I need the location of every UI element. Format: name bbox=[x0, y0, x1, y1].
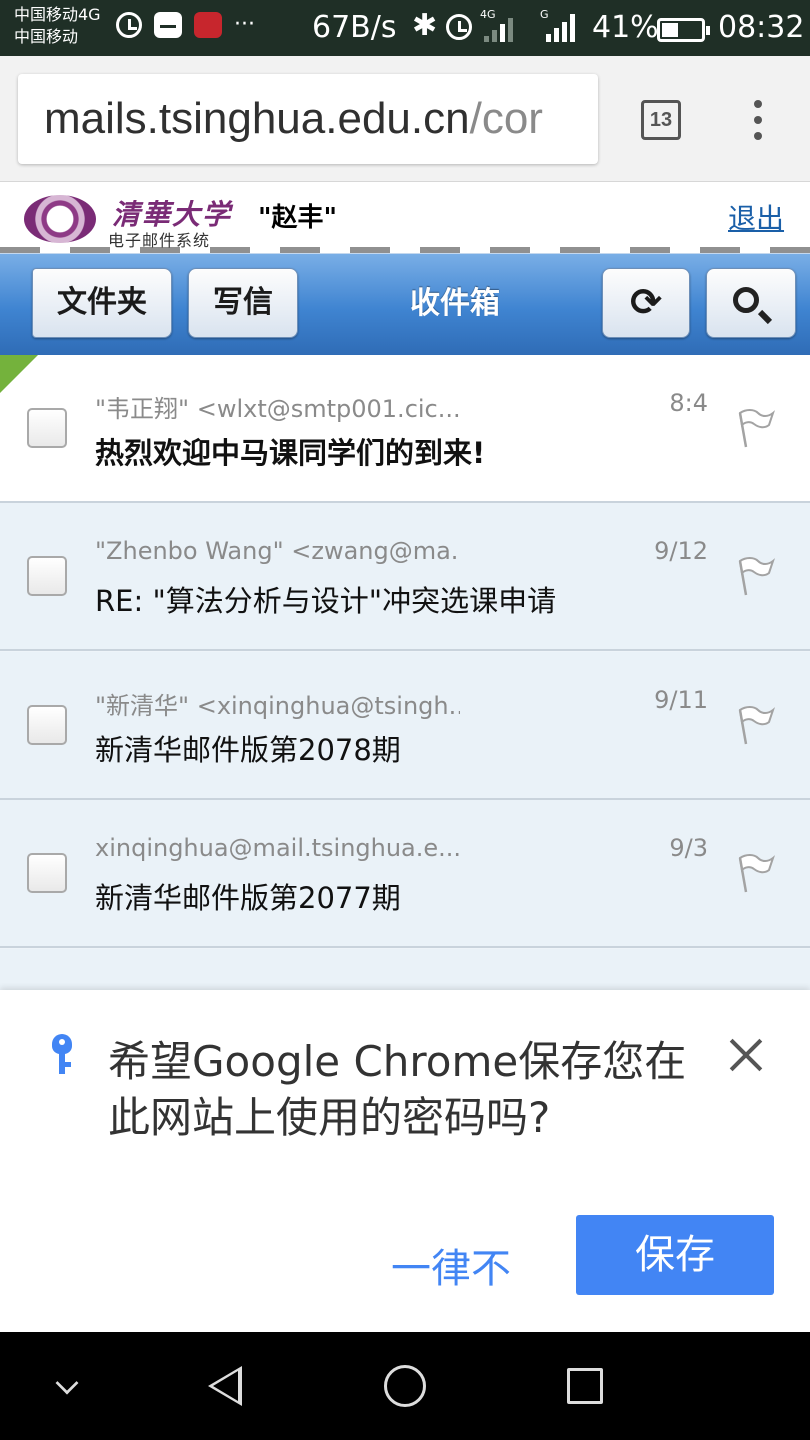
url-host: mails.tsinghua.edu.cn bbox=[44, 94, 470, 143]
site-header: 清華大学 电子邮件系统 "赵丰" 退出 bbox=[0, 183, 810, 253]
mail-row[interactable]: "Zhenbo Wang" <zwang@ma... 9/12 RE: "算法分析与… bbox=[0, 503, 810, 651]
battery-percent: 41% bbox=[592, 10, 659, 45]
clock: 08:32 bbox=[718, 10, 805, 45]
mail-date: 8:4 bbox=[669, 389, 708, 417]
page-title: 收件箱 bbox=[410, 286, 500, 321]
flag-icon[interactable] bbox=[736, 407, 776, 449]
alarm-icon bbox=[116, 12, 142, 38]
compose-button[interactable]: 写信 bbox=[188, 268, 298, 338]
save-password-message: 希望Google Chrome保存您在此网站上使用的密码吗? bbox=[108, 1037, 687, 1142]
logout-link[interactable]: 退出 bbox=[728, 197, 784, 237]
key-icon bbox=[52, 1034, 72, 1076]
network-speed: 67B/s bbox=[312, 10, 397, 45]
recent-apps-icon[interactable] bbox=[567, 1368, 603, 1404]
mail-sender: xinqinghua@mail.tsinghua.e... bbox=[95, 834, 460, 862]
carrier-info: 中国移动4G 中国移动 bbox=[14, 4, 101, 48]
mail-subject: RE: "算法分析与设计"冲突选课申请 bbox=[95, 584, 557, 618]
new-mail-corner-marker bbox=[0, 355, 38, 393]
overflow-menu-icon[interactable] bbox=[748, 100, 768, 140]
save-password-dialog: 希望Google Chrome保存您在此网站上使用的密码吗? 一律不 保存 bbox=[0, 990, 810, 1332]
tsinghua-seal-icon bbox=[24, 195, 96, 243]
mail-checkbox[interactable] bbox=[27, 705, 67, 745]
refresh-button[interactable]: ⟳ bbox=[602, 268, 690, 338]
save-button[interactable]: 保存 bbox=[576, 1215, 774, 1295]
flag-icon[interactable] bbox=[736, 704, 776, 746]
browser-toolbar: mails.tsinghua.edu.cn/cor 13 bbox=[0, 56, 810, 182]
tab-switcher-button[interactable]: 13 bbox=[641, 100, 681, 140]
back-icon[interactable] bbox=[208, 1366, 242, 1406]
mail-checkbox[interactable] bbox=[27, 556, 67, 596]
mail-row[interactable]: "韦正翔" <wlxt@smtp001.cic... 8:4 热烈欢迎中马课同学们的… bbox=[0, 355, 810, 503]
alarm-status-icon bbox=[446, 14, 472, 40]
carrier-line-2: 中国移动 bbox=[14, 27, 79, 46]
tsinghua-logo: 清華大学 电子邮件系统 bbox=[24, 193, 252, 250]
mail-row-partial[interactable] bbox=[0, 949, 810, 995]
carrier-line-1: 中国移动4G bbox=[14, 5, 101, 24]
folders-label: 文件夹 bbox=[57, 285, 147, 320]
system-nav-bar bbox=[0, 1332, 810, 1440]
mail-subject: 新清华邮件版第2077期 bbox=[95, 881, 401, 915]
mail-date: 9/12 bbox=[654, 537, 708, 565]
search-icon bbox=[733, 287, 759, 313]
mail-row[interactable]: xinqinghua@mail.tsinghua.e... 9/3 新清华邮件版第2… bbox=[0, 800, 810, 948]
mail-sender: "韦正翔" <wlxt@smtp001.cic... bbox=[95, 395, 460, 423]
mail-subject: 新清华邮件版第2078期 bbox=[95, 733, 401, 767]
mail-list: "韦正翔" <wlxt@smtp001.cic... 8:4 热烈欢迎中马课同学们的… bbox=[0, 355, 810, 995]
mail-sender: "新清华" <xinqinghua@tsingh.. bbox=[95, 692, 460, 720]
app-notification-icon bbox=[154, 12, 182, 38]
mail-nav-bar: 文件夹 写信 收件箱 ⟳ bbox=[0, 253, 810, 355]
mail-date: 9/11 bbox=[654, 686, 708, 714]
mail-subject: 热烈欢迎中马课同学们的到来! bbox=[95, 436, 486, 470]
signal-bars-1-icon bbox=[484, 18, 513, 42]
close-icon[interactable] bbox=[726, 1034, 766, 1074]
never-button[interactable]: 一律不 bbox=[386, 1236, 516, 1294]
status-bar: 中国移动4G 中国移动 ··· 67B/s ✱ 4G G 41% 08:32 bbox=[0, 0, 810, 56]
username: "赵丰" bbox=[258, 203, 338, 233]
mail-checkbox[interactable] bbox=[27, 408, 67, 448]
notification-icons: ··· bbox=[116, 12, 255, 38]
mail-row[interactable]: "新清华" <xinqinghua@tsingh.. 9/11 新清华邮件版第207… bbox=[0, 652, 810, 800]
url-path: /cor bbox=[469, 94, 543, 143]
flag-icon[interactable] bbox=[736, 852, 776, 894]
refresh-icon: ⟳ bbox=[630, 280, 662, 324]
address-bar[interactable]: mails.tsinghua.edu.cn/cor bbox=[18, 74, 598, 164]
folders-button[interactable]: 文件夹 bbox=[32, 268, 172, 338]
bluetooth-icon: ✱ bbox=[412, 8, 438, 43]
home-icon[interactable] bbox=[384, 1365, 426, 1407]
huawei-app-icon bbox=[194, 12, 222, 38]
battery-icon bbox=[657, 18, 710, 42]
more-notifications-icon: ··· bbox=[234, 12, 255, 37]
url-text: mails.tsinghua.edu.cn/cor bbox=[44, 94, 543, 144]
mail-checkbox[interactable] bbox=[27, 853, 67, 893]
mail-date: 9/3 bbox=[669, 834, 708, 862]
flag-icon[interactable] bbox=[736, 555, 776, 597]
signal-bars-2-icon bbox=[546, 14, 575, 42]
chevron-down-icon[interactable] bbox=[55, 1371, 79, 1395]
mail-sender: "Zhenbo Wang" <zwang@ma... bbox=[95, 537, 460, 565]
search-button[interactable] bbox=[706, 268, 796, 338]
